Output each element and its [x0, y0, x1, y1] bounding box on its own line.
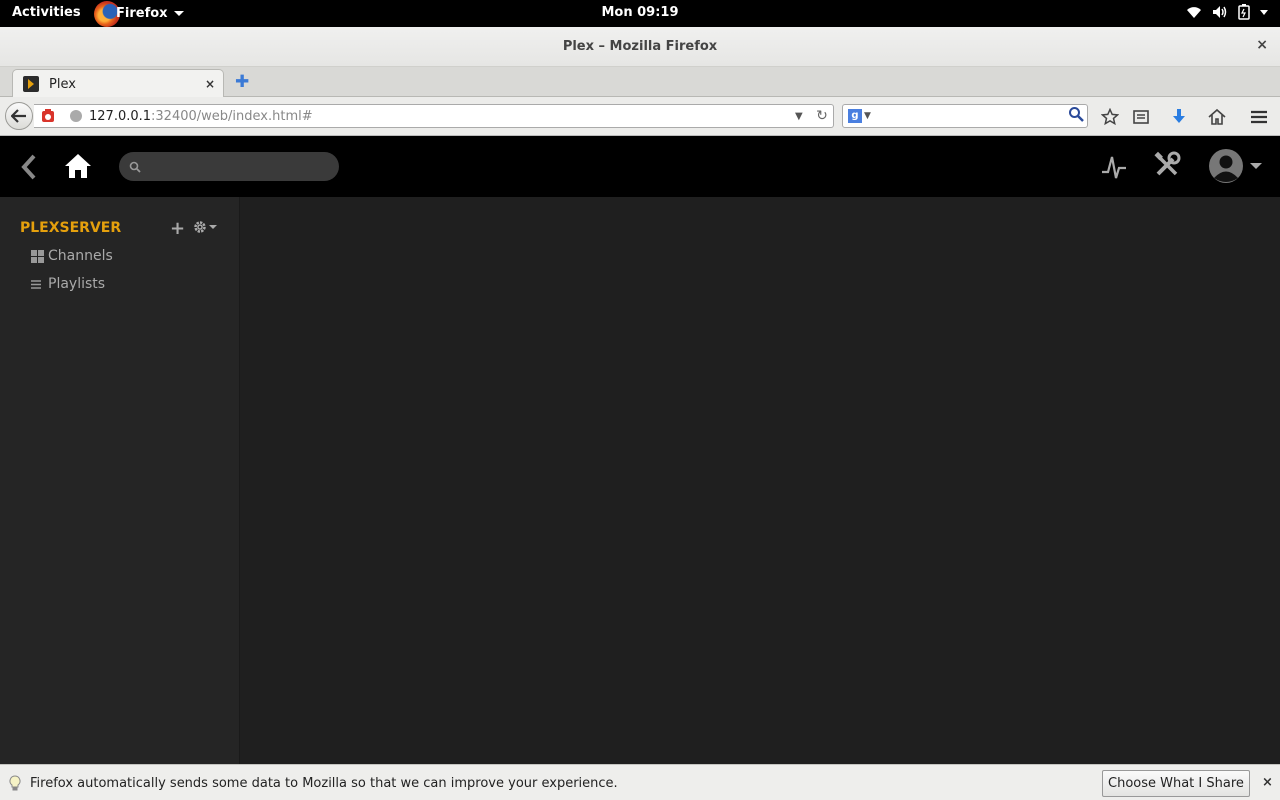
web-search-input[interactable] — [874, 108, 1064, 124]
chevron-left-icon — [21, 154, 36, 180]
sidebar-item-playlists[interactable]: Playlists — [31, 276, 105, 292]
bookmarks-menu-icon[interactable] — [1130, 106, 1152, 128]
wifi-icon — [1187, 7, 1201, 18]
volume-icon — [1213, 6, 1227, 18]
server-settings-button[interactable] — [193, 220, 217, 234]
search-engine-dropdown-icon[interactable]: ▼ — [864, 111, 871, 121]
url-history-dropdown-icon[interactable]: ▼ — [795, 111, 811, 122]
server-name[interactable]: PLEXSERVER — [20, 220, 121, 236]
user-avatar-icon — [1209, 149, 1243, 183]
back-button[interactable] — [5, 102, 33, 130]
reload-icon[interactable]: ↻ — [811, 108, 833, 124]
plex-search-input[interactable] — [147, 159, 327, 174]
bookmark-star-icon[interactable] — [1099, 106, 1121, 128]
home-icon — [65, 154, 91, 178]
plex-back-button[interactable] — [20, 154, 38, 184]
plex-home-button[interactable] — [64, 152, 92, 184]
tab-plex[interactable]: Plex × — [12, 69, 224, 98]
app-menu[interactable]: Firefox — [94, 0, 184, 27]
add-library-button[interactable]: + — [170, 218, 185, 239]
choose-what-i-share-button[interactable]: Choose What I Share — [1102, 770, 1250, 797]
plex-main-content — [241, 197, 1280, 764]
system-top-bar: Activities Firefox Mon 09:19 — [0, 0, 1280, 27]
caret-down-icon — [209, 225, 217, 229]
plex-search-box[interactable] — [119, 152, 339, 181]
grid-icon — [31, 249, 44, 263]
system-status-area[interactable] — [1186, 4, 1268, 20]
tab-bar: Plex × ✚ — [0, 67, 1280, 98]
notification-message: Firefox automatically sends some data to… — [30, 776, 618, 791]
url-host: 127.0.0.1 — [89, 108, 152, 124]
app-menu-label: Firefox — [116, 6, 168, 21]
gear-icon — [194, 221, 206, 233]
battery-icon — [1238, 4, 1250, 20]
arrow-left-icon — [11, 109, 26, 123]
activities-button[interactable]: Activities — [12, 5, 81, 20]
plex-sidebar: PLEXSERVER + Channels Playlists — [0, 197, 240, 764]
notification-close-button[interactable]: × — [1262, 775, 1273, 790]
tab-label: Plex — [49, 76, 76, 92]
navigation-toolbar: 127.0.0.1:32400/web/index.html# ▼ ↻ g ▼ — [0, 97, 1280, 136]
data-sharing-notification-bar: Firefox automatically sends some data to… — [0, 764, 1280, 800]
search-bar[interactable]: g ▼ — [842, 104, 1088, 128]
pocket-icon[interactable] — [34, 109, 62, 123]
google-search-engine-icon[interactable]: g — [848, 109, 862, 123]
user-menu-button[interactable] — [1208, 148, 1262, 184]
sidebar-item-label: Channels — [48, 248, 113, 264]
lightbulb-icon — [9, 775, 21, 796]
plex-header — [0, 136, 1280, 197]
url-bar[interactable]: 127.0.0.1:32400/web/index.html# ▼ ↻ — [34, 104, 834, 128]
globe-icon[interactable] — [70, 110, 82, 122]
home-icon[interactable] — [1206, 106, 1228, 128]
plex-favicon-icon — [23, 76, 39, 92]
window-titlebar: Plex – Mozilla Firefox × — [0, 27, 1280, 67]
url-path: :32400/web/index.html# — [151, 108, 313, 124]
window-close-button[interactable]: × — [1256, 37, 1268, 53]
search-icon — [129, 161, 141, 173]
sidebar-item-label: Playlists — [48, 276, 106, 292]
tab-close-button[interactable]: × — [205, 77, 215, 91]
new-tab-button[interactable]: ✚ — [235, 72, 249, 92]
window-title: Plex – Mozilla Firefox — [562, 39, 718, 54]
caret-down-icon — [1250, 163, 1262, 169]
clock[interactable]: Mon 09:19 — [0, 5, 1280, 20]
url-text[interactable]: 127.0.0.1:32400/web/index.html# — [89, 109, 795, 124]
caret-down-icon — [173, 11, 184, 16]
settings-tools-icon[interactable] — [1153, 151, 1181, 183]
caret-down-icon — [1260, 9, 1268, 15]
search-icon[interactable] — [1068, 106, 1084, 126]
sidebar-item-channels[interactable]: Channels — [31, 248, 113, 264]
download-arrow-icon[interactable] — [1168, 106, 1190, 128]
hamburger-menu-icon[interactable] — [1248, 106, 1270, 128]
activity-pulse-icon[interactable] — [1100, 154, 1128, 184]
list-icon — [31, 279, 44, 289]
